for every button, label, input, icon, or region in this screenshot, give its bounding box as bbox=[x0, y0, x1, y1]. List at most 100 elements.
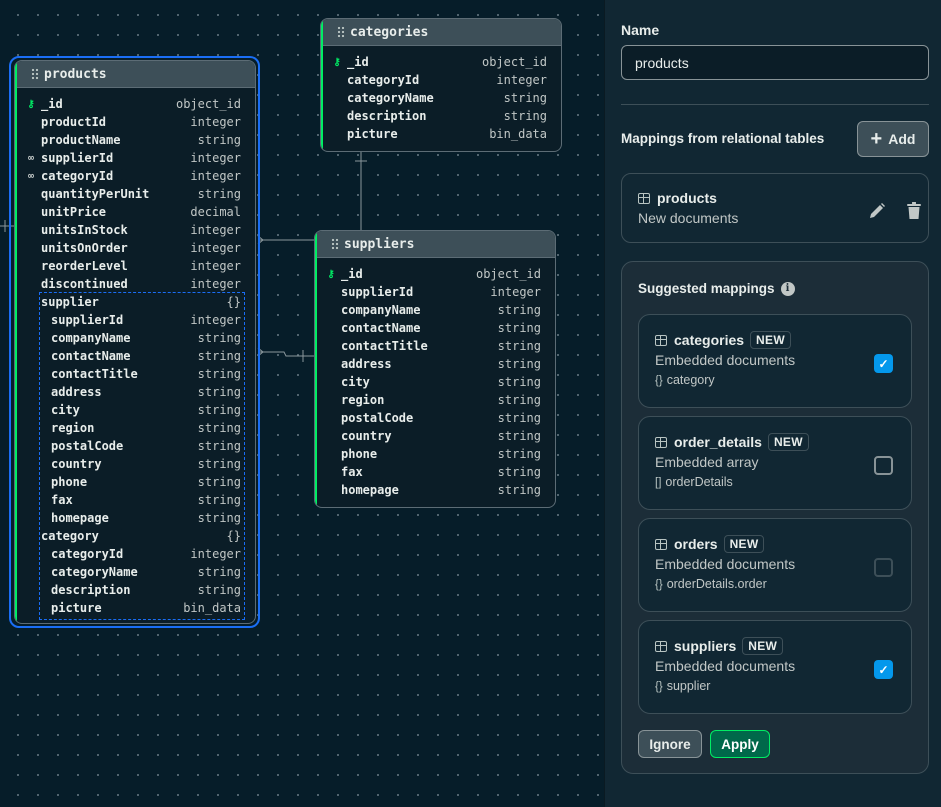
field-name: _id bbox=[41, 97, 63, 111]
field-name: contactTitle bbox=[341, 339, 428, 353]
field-name: productName bbox=[41, 133, 121, 147]
table-title: categories bbox=[350, 24, 429, 40]
field-row[interactable]: city string bbox=[315, 373, 555, 391]
field-name: productId bbox=[41, 115, 107, 129]
table-node-products[interactable]: products ⚷ _id object_id productId integer pr… bbox=[14, 60, 256, 624]
link-icon: ∞ bbox=[27, 170, 35, 182]
table-icon bbox=[638, 192, 650, 204]
field-row[interactable]: ∞ categoryId integer bbox=[15, 167, 255, 185]
suggestion-checkbox[interactable]: ✓ bbox=[874, 354, 893, 373]
drag-handle-icon[interactable] bbox=[337, 26, 345, 38]
suggestion-type: Embedded array bbox=[655, 454, 759, 470]
field-type: integer bbox=[190, 151, 241, 165]
field-row[interactable]: quantityPerUnit string bbox=[15, 185, 255, 203]
table-node-categories[interactable]: categories ⚷ _id object_id categoryId intege… bbox=[320, 18, 562, 152]
field-row[interactable]: region string bbox=[315, 391, 555, 409]
field-row[interactable]: picture bin_data bbox=[321, 125, 561, 143]
add-mapping-button[interactable]: + Add bbox=[857, 121, 929, 157]
field-type: integer bbox=[190, 115, 241, 129]
field-row[interactable]: postalCode string bbox=[315, 409, 555, 427]
field-type: string bbox=[497, 447, 541, 461]
key-icon: ⚷ bbox=[333, 56, 341, 68]
new-badge: NEW bbox=[750, 331, 791, 349]
field-type: string bbox=[497, 375, 541, 389]
ignore-button[interactable]: Ignore bbox=[638, 730, 702, 758]
mapping-table-name: products bbox=[657, 190, 717, 206]
field-type: string bbox=[497, 465, 541, 479]
field-type: string bbox=[497, 339, 541, 353]
name-input[interactable] bbox=[621, 45, 929, 80]
field-row[interactable]: productId integer bbox=[15, 113, 255, 131]
suggestion-path: {} orderDetails.order bbox=[655, 577, 767, 591]
edit-pencil-icon[interactable] bbox=[868, 202, 886, 220]
field-name: description bbox=[347, 109, 427, 123]
object-icon: {} bbox=[655, 681, 663, 693]
mapping-title: products bbox=[638, 190, 717, 206]
object-icon: {} bbox=[655, 375, 663, 387]
table-header[interactable]: products bbox=[15, 61, 255, 88]
field-name: city bbox=[341, 375, 370, 389]
field-row[interactable]: ⚷ _id object_id bbox=[321, 53, 561, 71]
drag-handle-icon[interactable] bbox=[331, 238, 339, 250]
field-type: string bbox=[197, 187, 241, 201]
field-name: unitsInStock bbox=[41, 223, 128, 237]
field-name: supplierId bbox=[341, 285, 414, 299]
suggestion-path: {} supplier bbox=[655, 679, 710, 693]
array-icon: [] bbox=[655, 477, 662, 489]
field-row[interactable]: ⚷ _id object_id bbox=[15, 95, 255, 113]
field-name: companyName bbox=[341, 303, 421, 317]
new-badge: NEW bbox=[767, 433, 809, 451]
field-row[interactable]: productName string bbox=[15, 131, 255, 149]
field-row[interactable]: address string bbox=[315, 355, 555, 373]
field-list: ⚷ _id object_id supplierId integer companyNam… bbox=[315, 258, 555, 499]
suggestion-checkbox[interactable] bbox=[874, 456, 893, 475]
field-row[interactable]: homepage string bbox=[315, 481, 555, 499]
field-row[interactable]: reorderLevel integer bbox=[15, 257, 255, 275]
connector-supplier-embedded bbox=[258, 351, 315, 357]
add-button-label: Add bbox=[888, 131, 916, 147]
field-type: string bbox=[197, 133, 241, 147]
field-type: object_id bbox=[175, 97, 241, 111]
field-row[interactable]: unitsInStock integer bbox=[15, 221, 255, 239]
field-name: categoryId bbox=[347, 73, 420, 87]
field-type: integer bbox=[190, 169, 241, 183]
field-row[interactable]: discontinued integer bbox=[15, 275, 255, 293]
table-icon bbox=[655, 538, 667, 550]
field-row[interactable]: categoryName string bbox=[321, 89, 561, 107]
field-type: integer bbox=[490, 285, 541, 299]
field-type: string bbox=[497, 429, 541, 443]
field-row[interactable]: unitsOnOrder integer bbox=[15, 239, 255, 257]
field-row[interactable]: contactName string bbox=[315, 319, 555, 337]
field-row[interactable]: description string bbox=[321, 107, 561, 125]
field-name: postalCode bbox=[341, 411, 414, 425]
apply-button[interactable]: Apply bbox=[710, 730, 770, 758]
suggestion-checkbox[interactable]: ✓ bbox=[874, 660, 893, 679]
field-row[interactable]: phone string bbox=[315, 445, 555, 463]
field-type: integer bbox=[190, 223, 241, 237]
field-row[interactable]: ⚷ _id object_id bbox=[315, 265, 555, 283]
field-row[interactable]: categoryId integer bbox=[321, 71, 561, 89]
field-row[interactable]: contactTitle string bbox=[315, 337, 555, 355]
field-row[interactable]: country string bbox=[315, 427, 555, 445]
info-icon[interactable]: i bbox=[780, 281, 795, 296]
suggestion-path: {} category bbox=[655, 373, 715, 387]
field-row[interactable]: supplierId integer bbox=[315, 283, 555, 301]
field-type: object_id bbox=[481, 55, 547, 69]
table-header[interactable]: categories bbox=[321, 19, 561, 46]
field-name: quantityPerUnit bbox=[41, 187, 150, 201]
diagram-canvas[interactable]: products ⚷ _id object_id productId integer pr… bbox=[0, 0, 604, 807]
field-type: integer bbox=[190, 241, 241, 255]
table-header[interactable]: suppliers bbox=[315, 231, 555, 258]
field-row[interactable]: fax string bbox=[315, 463, 555, 481]
field-row[interactable]: unitPrice decimal bbox=[15, 203, 255, 221]
table-node-suppliers[interactable]: suppliers ⚷ _id object_id supplierId integer… bbox=[314, 230, 556, 508]
drag-handle-icon[interactable] bbox=[31, 68, 39, 80]
field-type: string bbox=[497, 393, 541, 407]
field-type: bin_data bbox=[489, 127, 547, 141]
field-row[interactable]: companyName string bbox=[315, 301, 555, 319]
field-name: unitsOnOrder bbox=[41, 241, 128, 255]
field-type: decimal bbox=[190, 205, 241, 219]
trash-icon[interactable] bbox=[906, 202, 922, 220]
field-row[interactable]: ∞ supplierId integer bbox=[15, 149, 255, 167]
field-type: string bbox=[503, 109, 547, 123]
